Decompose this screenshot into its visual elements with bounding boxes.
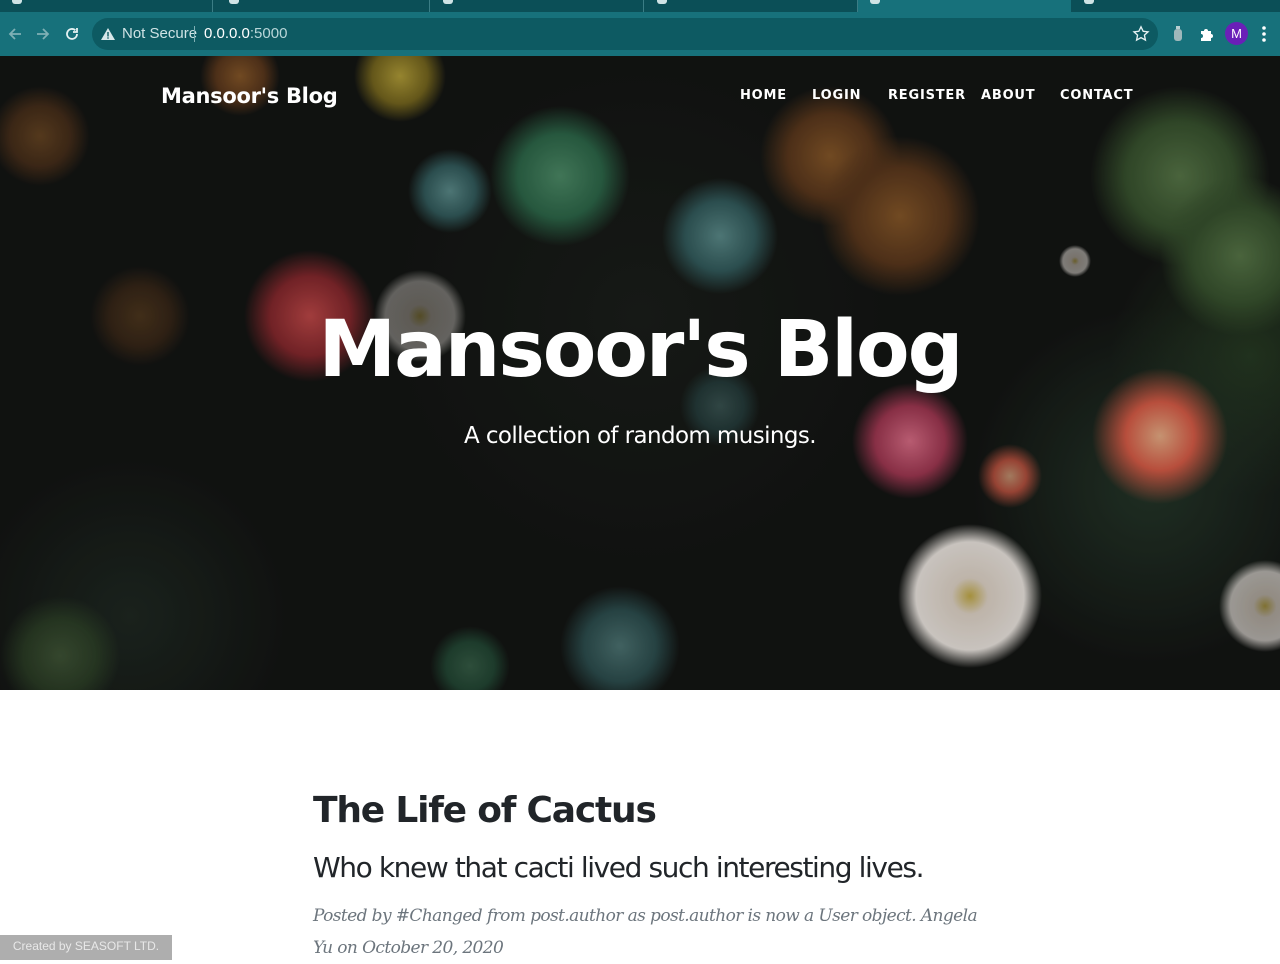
nav-link-about[interactable]: ABOUT xyxy=(981,87,1035,105)
address-bar[interactable]: Not Secure 0.0.0.0:5000 xyxy=(92,18,1158,50)
extension-bottle-icon[interactable] xyxy=(1166,22,1190,46)
post-title-link[interactable]: The Life of Cactus xyxy=(313,786,657,836)
url-text[interactable]: 0.0.0.0:5000 xyxy=(204,25,287,43)
watermark-badge: Created by SEASOFT LTD. xyxy=(0,935,172,960)
warning-triangle-icon[interactable] xyxy=(100,26,116,42)
back-arrow-icon xyxy=(8,28,21,40)
forward-button[interactable] xyxy=(29,20,57,48)
browser-tab[interactable] xyxy=(217,0,430,12)
browser-tab-strip xyxy=(0,0,1280,12)
browser-tab[interactable] xyxy=(431,0,644,12)
post-subtitle[interactable]: Who knew that cacti lived such interesti… xyxy=(313,848,924,888)
tab-favicon-icon xyxy=(870,0,880,4)
nav-link-home[interactable]: HOME xyxy=(740,87,787,105)
reload-icon xyxy=(66,28,78,40)
navbar-links: HOME LOGIN REGISTER ABOUT CONTACT xyxy=(0,87,1280,107)
browser-toolbar: Not Secure 0.0.0.0:5000 M xyxy=(0,12,1280,56)
browser-tab[interactable] xyxy=(0,0,213,12)
address-divider xyxy=(194,26,195,42)
nav-link-contact[interactable]: CONTACT xyxy=(1060,87,1133,105)
hero-title: Mansoor's Blog xyxy=(318,305,964,395)
tab-favicon-icon xyxy=(229,0,239,4)
hero-subtitle: A collection of random musings. xyxy=(464,423,817,449)
post-meta: Posted by #Changed from post.author as p… xyxy=(313,906,978,958)
back-button[interactable] xyxy=(1,20,29,48)
tab-favicon-icon xyxy=(657,0,667,4)
url-port: :5000 xyxy=(249,25,288,42)
url-host: 0.0.0.0 xyxy=(204,25,250,42)
nav-link-register[interactable]: REGISTER xyxy=(888,87,966,105)
browser-tab-active[interactable] xyxy=(858,0,1071,12)
tab-favicon-icon xyxy=(443,0,453,4)
nav-link-login[interactable]: LOGIN xyxy=(812,87,861,105)
reload-button[interactable] xyxy=(58,20,86,48)
tab-favicon-icon xyxy=(1084,0,1094,4)
tab-favicon-icon xyxy=(12,0,22,4)
profile-avatar[interactable]: M xyxy=(1225,22,1248,45)
hero-header: Mansoor's Blog HOME LOGIN REGISTER ABOUT… xyxy=(0,56,1280,690)
browser-menu-icon[interactable] xyxy=(1252,22,1276,46)
extensions-puzzle-icon[interactable] xyxy=(1195,22,1219,46)
bookmark-star-icon[interactable] xyxy=(1132,25,1150,43)
browser-tab[interactable] xyxy=(645,0,858,12)
browser-tab[interactable] xyxy=(1072,0,1280,12)
security-status-label[interactable]: Not Secure xyxy=(122,25,197,43)
forward-arrow-icon xyxy=(37,28,50,40)
